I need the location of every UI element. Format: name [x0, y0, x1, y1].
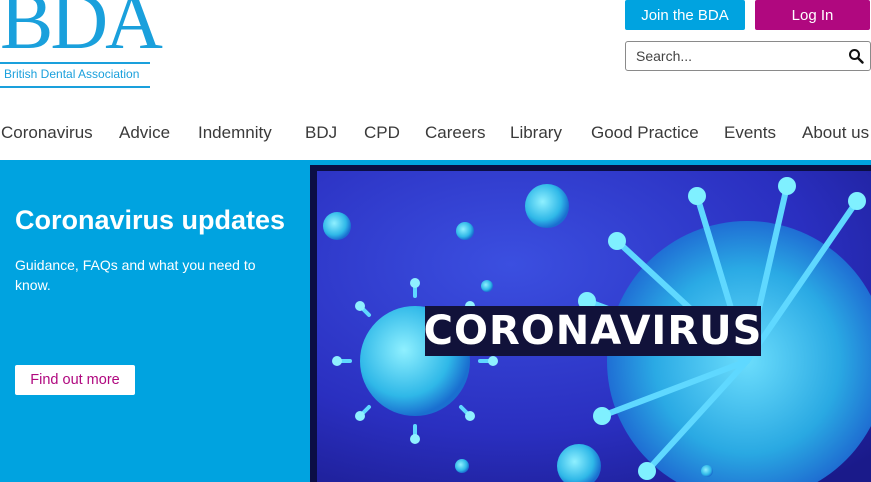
hero-title: Coronavirus updates	[15, 205, 286, 235]
search-box	[625, 41, 871, 71]
find-out-more-button[interactable]: Find out more	[15, 365, 135, 395]
search-icon[interactable]	[848, 48, 864, 64]
logo-organisation-name: British Dental Association	[4, 67, 140, 81]
nav-item-indemnity[interactable]: Indemnity	[198, 123, 272, 143]
nav-item-bdj[interactable]: BDJ	[305, 123, 337, 143]
nav-item-cpd[interactable]: CPD	[364, 123, 400, 143]
site-header: BDA British Dental Association Join the …	[0, 0, 871, 160]
coronavirus-image-label: CORONAVIRUS	[423, 306, 763, 356]
hero-subtitle: Guidance, FAQs and what you need to know…	[15, 257, 256, 293]
logo-rule-bottom	[0, 86, 150, 88]
join-button[interactable]: Join the BDA	[625, 0, 745, 30]
hero-banner: Coronavirus updates Guidance, FAQs and w…	[0, 160, 871, 482]
logo-abbreviation: BDA	[0, 0, 163, 66]
nav-item-library[interactable]: Library	[510, 123, 562, 143]
nav-item-coronavirus[interactable]: Coronavirus	[1, 123, 93, 143]
search-input[interactable]	[626, 42, 841, 70]
nav-item-events[interactable]: Events	[724, 123, 776, 143]
nav-item-advice[interactable]: Advice	[119, 123, 170, 143]
bda-logo[interactable]: BDA British Dental Association	[0, 0, 163, 90]
nav-item-careers[interactable]: Careers	[425, 123, 485, 143]
nav-item-good-practice[interactable]: Good Practice	[591, 123, 699, 143]
login-button[interactable]: Log In	[755, 0, 870, 30]
main-nav: Coronavirus Advice Indemnity BDJ CPD Car…	[0, 118, 871, 150]
nav-item-about-us[interactable]: About us	[802, 123, 869, 143]
logo-rule-top	[0, 62, 150, 64]
